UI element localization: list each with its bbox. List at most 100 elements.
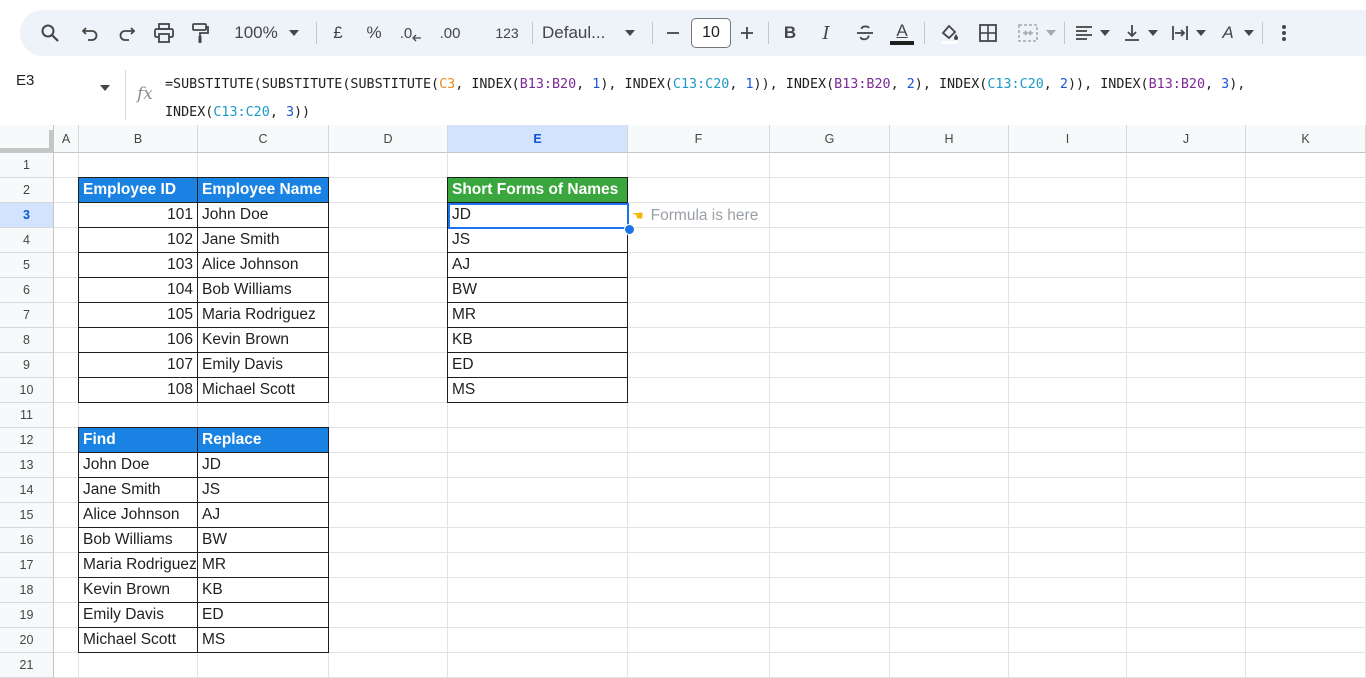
formula-input[interactable]: =SUBSTITUTE(SUBSTITUTE(SUBSTITUTE(C3, IN…: [165, 71, 1355, 127]
column-header-d[interactable]: D: [329, 125, 448, 153]
replace-cell[interactable]: MS: [197, 627, 329, 653]
column-header-k[interactable]: K: [1246, 125, 1366, 153]
employee-id-cell[interactable]: 104: [78, 277, 198, 303]
row-header-15[interactable]: 15: [0, 503, 54, 528]
employee-name-cell[interactable]: Kevin Brown: [197, 327, 329, 353]
strikethrough-icon[interactable]: [852, 10, 878, 56]
decrease-decimal-button[interactable]: .0: [396, 10, 426, 56]
employee-id-cell[interactable]: 102: [78, 227, 198, 253]
row-header-17[interactable]: 17: [0, 553, 54, 578]
row-header-16[interactable]: 16: [0, 528, 54, 553]
header-cell[interactable]: Employee Name: [197, 177, 329, 203]
short-form-cell[interactable]: AJ: [447, 252, 628, 278]
employee-id-cell[interactable]: 101: [78, 202, 198, 228]
undo-icon[interactable]: [76, 10, 104, 56]
row-header-2[interactable]: 2: [0, 178, 54, 203]
paint-format-icon[interactable]: [186, 10, 214, 56]
find-cell[interactable]: Maria Rodriguez: [78, 552, 198, 578]
row-header-14[interactable]: 14: [0, 478, 54, 503]
valign-icon[interactable]: [1120, 10, 1144, 56]
row-header-10[interactable]: 10: [0, 378, 54, 403]
chevron-down-icon[interactable]: [1194, 10, 1208, 56]
row-header-6[interactable]: 6: [0, 278, 54, 303]
column-header-h[interactable]: H: [890, 125, 1009, 153]
chevron-down-icon[interactable]: [1098, 10, 1112, 56]
chevron-down-icon[interactable]: [1242, 10, 1256, 56]
replace-cell[interactable]: MR: [197, 552, 329, 578]
header-cell[interactable]: Find: [78, 427, 198, 453]
row-header-13[interactable]: 13: [0, 453, 54, 478]
chevron-down-icon[interactable]: [1044, 10, 1058, 56]
short-form-cell[interactable]: KB: [447, 327, 628, 353]
find-cell[interactable]: Emily Davis: [78, 602, 198, 628]
currency-button[interactable]: £: [326, 10, 350, 56]
select-all-corner[interactable]: [0, 125, 54, 153]
column-header-e[interactable]: E: [448, 125, 628, 153]
chevron-down-icon[interactable]: [286, 10, 302, 56]
font-select[interactable]: Defaul...: [542, 10, 622, 56]
increase-decimal-button[interactable]: .00: [434, 10, 466, 56]
column-header-a[interactable]: A: [54, 125, 79, 153]
header-cell[interactable]: Replace: [197, 427, 329, 453]
header-cell[interactable]: Employee ID: [78, 177, 198, 203]
font-size-input[interactable]: 10: [691, 18, 731, 48]
column-header-j[interactable]: J: [1127, 125, 1246, 153]
zoom-select[interactable]: 100%: [226, 10, 286, 56]
replace-cell[interactable]: JS: [197, 477, 329, 503]
minus-icon[interactable]: [662, 10, 684, 56]
employee-name-cell[interactable]: Emily Davis: [197, 352, 329, 378]
employee-name-cell[interactable]: Jane Smith: [197, 227, 329, 253]
row-header-5[interactable]: 5: [0, 253, 54, 278]
employee-id-cell[interactable]: 108: [78, 377, 198, 403]
row-header-18[interactable]: 18: [0, 578, 54, 603]
row-header-4[interactable]: 4: [0, 228, 54, 253]
percent-button[interactable]: %: [362, 10, 386, 56]
wrap-icon[interactable]: [1168, 10, 1192, 56]
plus-icon[interactable]: [736, 10, 758, 56]
row-header-9[interactable]: 9: [0, 353, 54, 378]
chevron-down-icon[interactable]: [622, 10, 638, 56]
replace-cell[interactable]: JD: [197, 452, 329, 478]
print-icon[interactable]: [150, 10, 178, 56]
borders-icon[interactable]: [974, 10, 1002, 56]
row-header-11[interactable]: 11: [0, 403, 54, 428]
find-cell[interactable]: Kevin Brown: [78, 577, 198, 603]
employee-id-cell[interactable]: 105: [78, 302, 198, 328]
find-cell[interactable]: Alice Johnson: [78, 502, 198, 528]
short-form-cell[interactable]: MS: [447, 377, 628, 403]
chevron-down-icon[interactable]: [1146, 10, 1160, 56]
search-icon[interactable]: [36, 10, 64, 56]
align-icon[interactable]: [1072, 10, 1096, 56]
header-cell[interactable]: Short Forms of Names: [447, 177, 628, 203]
column-header-f[interactable]: F: [628, 125, 770, 153]
fill-color-icon[interactable]: [936, 10, 964, 56]
row-header-8[interactable]: 8: [0, 328, 54, 353]
italic-button[interactable]: I: [814, 10, 838, 56]
column-header-g[interactable]: G: [770, 125, 890, 153]
column-header-c[interactable]: C: [198, 125, 329, 153]
employee-name-cell[interactable]: Michael Scott: [197, 377, 329, 403]
chevron-down-icon[interactable]: [100, 78, 110, 96]
more-icon[interactable]: [1272, 10, 1296, 56]
find-cell[interactable]: Michael Scott: [78, 627, 198, 653]
column-header-i[interactable]: I: [1009, 125, 1127, 153]
row-header-1[interactable]: 1: [0, 153, 54, 178]
short-form-cell[interactable]: ED: [447, 352, 628, 378]
short-form-cell[interactable]: MR: [447, 302, 628, 328]
employee-id-cell[interactable]: 106: [78, 327, 198, 353]
employee-id-cell[interactable]: 107: [78, 352, 198, 378]
row-header-20[interactable]: 20: [0, 628, 54, 653]
employee-name-cell[interactable]: Alice Johnson: [197, 252, 329, 278]
short-form-cell[interactable]: JS: [447, 227, 628, 253]
row-header-21[interactable]: 21: [0, 653, 54, 678]
find-cell[interactable]: Bob Williams: [78, 527, 198, 553]
text-rotation-button[interactable]: A: [1216, 10, 1240, 56]
merge-icon[interactable]: [1014, 10, 1042, 56]
replace-cell[interactable]: BW: [197, 527, 329, 553]
column-header-b[interactable]: B: [79, 125, 198, 153]
number-format-button[interactable]: 123: [490, 10, 524, 56]
replace-cell[interactable]: AJ: [197, 502, 329, 528]
row-header-12[interactable]: 12: [0, 428, 54, 453]
employee-name-cell[interactable]: John Doe: [197, 202, 329, 228]
row-header-3[interactable]: 3: [0, 203, 54, 228]
